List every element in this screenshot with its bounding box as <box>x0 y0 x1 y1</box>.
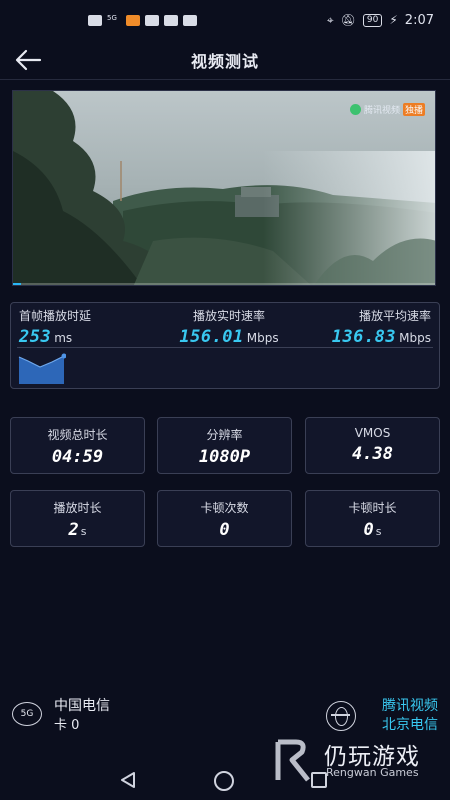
realtime-rate-value: 156.01 <box>179 327 244 347</box>
video-watermark: 腾讯视频 独播 <box>349 103 425 116</box>
vmos-label: VMOS <box>354 426 391 440</box>
location-icon: ⌖ <box>326 12 334 27</box>
average-rate-unit: Mbps <box>399 331 431 345</box>
clock: 2:07 <box>404 12 434 28</box>
stall-count-label: 卡顿次数 <box>200 501 249 515</box>
video-player[interactable]: 腾讯视频 独播 <box>12 90 436 286</box>
total-duration-card: 视频总时长 04:59 <box>10 417 145 474</box>
play-duration-label: 播放时长 <box>53 501 102 515</box>
app-header: 视频测试 <box>0 40 450 80</box>
play-duration-card: 播放时长 2s <box>10 490 145 547</box>
carrier-name: 中国电信 <box>54 698 110 714</box>
realtime-rate: 播放实时速率 156.01 Mbps <box>175 307 283 347</box>
first-frame-delay-value: 253 <box>19 327 52 347</box>
video-progress-bar[interactable] <box>13 283 435 285</box>
stall-duration-label: 卡顿时长 <box>348 501 397 515</box>
stall-duration-value: 0 <box>363 520 374 540</box>
realtime-rate-unit: Mbps <box>246 331 279 345</box>
video-frame <box>13 91 435 285</box>
server-name: 腾讯视频 <box>382 698 438 714</box>
first-frame-delay-label: 首帧播放时延 <box>19 309 92 323</box>
globe-icon <box>326 701 356 731</box>
average-rate-value: 136.83 <box>331 327 397 347</box>
shield-icon <box>183 14 197 26</box>
first-frame-delay: 首帧播放时延 253 ms <box>19 307 159 347</box>
tencent-video-logo-icon <box>349 104 361 115</box>
metrics-panel: 首帧播放时延 253 ms 播放实时速率 156.01 Mbps 播放平均速率 13… <box>10 302 440 389</box>
charging-icon: ⚡︎ <box>389 13 398 27</box>
arrow-left-icon[interactable] <box>14 48 42 72</box>
nav-back-icon[interactable] <box>120 771 136 789</box>
first-frame-delay-unit: ms <box>54 331 73 345</box>
mail-icon <box>164 14 178 26</box>
battery-icon: 90 <box>362 13 383 27</box>
sim-slot: 卡 0 <box>54 718 80 733</box>
carrier-info: 中国电信 卡 0 <box>54 697 110 735</box>
total-duration-label: 视频总时长 <box>47 428 108 442</box>
app-notification-icon <box>126 14 140 26</box>
stall-count-card: 卡顿次数 0 <box>157 490 292 547</box>
stall-count-value: 0 <box>219 520 230 540</box>
resolution-value: 1080P <box>198 447 251 467</box>
server-info: 腾讯视频 北京电信 <box>382 697 438 735</box>
resolution-label: 分辨率 <box>206 428 243 442</box>
system-nav-bar <box>0 760 450 800</box>
hd-icon <box>88 14 102 26</box>
play-duration-value: 2 <box>68 520 79 540</box>
stall-duration-card: 卡顿时长 0s <box>305 490 440 547</box>
mute-icon: 🔕︎ <box>340 13 356 27</box>
vmos-card: VMOS 4.38 <box>305 417 440 474</box>
nav-home-icon[interactable] <box>214 771 234 791</box>
watermark-tag: 独播 <box>402 103 425 116</box>
metrics-divider <box>17 347 433 348</box>
speed-sparkline <box>18 353 66 384</box>
page-title: 视频测试 <box>190 51 259 71</box>
network-5g-icon: 5G <box>12 702 42 726</box>
video-progress-fill <box>13 283 22 285</box>
resolution-card: 分辨率 1080P <box>157 417 292 474</box>
vmos-value: 4.38 <box>352 444 393 464</box>
notification-icons: 5G <box>88 13 197 26</box>
average-rate: 播放平均速率 136.83 Mbps <box>291 307 431 347</box>
watermark-text: 腾讯视频 <box>363 106 400 116</box>
server-location: 北京电信 <box>382 717 438 733</box>
nav-recent-apps-icon[interactable] <box>311 772 327 788</box>
stall-duration-unit: s <box>375 525 382 538</box>
realtime-rate-label: 播放实时速率 <box>192 309 265 323</box>
status-bar: 5G ⌖ 🔕︎ 90 ⚡︎ 2:07 <box>0 0 450 40</box>
play-duration-unit: s <box>80 525 87 538</box>
total-duration-value: 04:59 <box>51 447 104 467</box>
message-icon <box>145 14 159 26</box>
network-type-icon: 5G <box>107 13 117 22</box>
average-rate-label: 播放平均速率 <box>358 309 431 323</box>
